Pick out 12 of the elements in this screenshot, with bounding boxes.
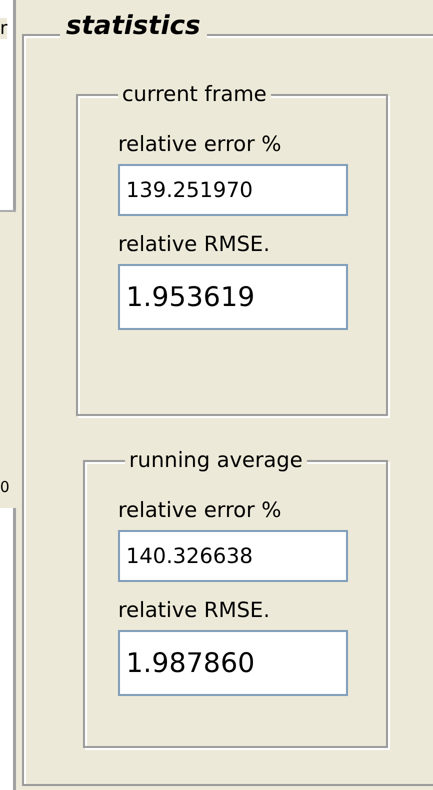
input-field[interactable]: 139.251970: [118, 164, 348, 216]
input-field[interactable]: 140.326638: [118, 530, 348, 582]
panel-text: 0: [0, 478, 10, 496]
group-title: statistics: [60, 11, 206, 41]
field-label: relative error %: [118, 498, 282, 522]
input-field[interactable]: 1.987860: [118, 630, 348, 696]
field-label: relative RMSE.: [118, 232, 270, 256]
panel-text: r: [0, 18, 8, 39]
field-label: relative RMSE.: [118, 598, 270, 622]
input-field[interactable]: 1.953619: [118, 264, 348, 330]
field-label: relative error %: [118, 132, 282, 156]
group-title: running average: [125, 448, 307, 472]
